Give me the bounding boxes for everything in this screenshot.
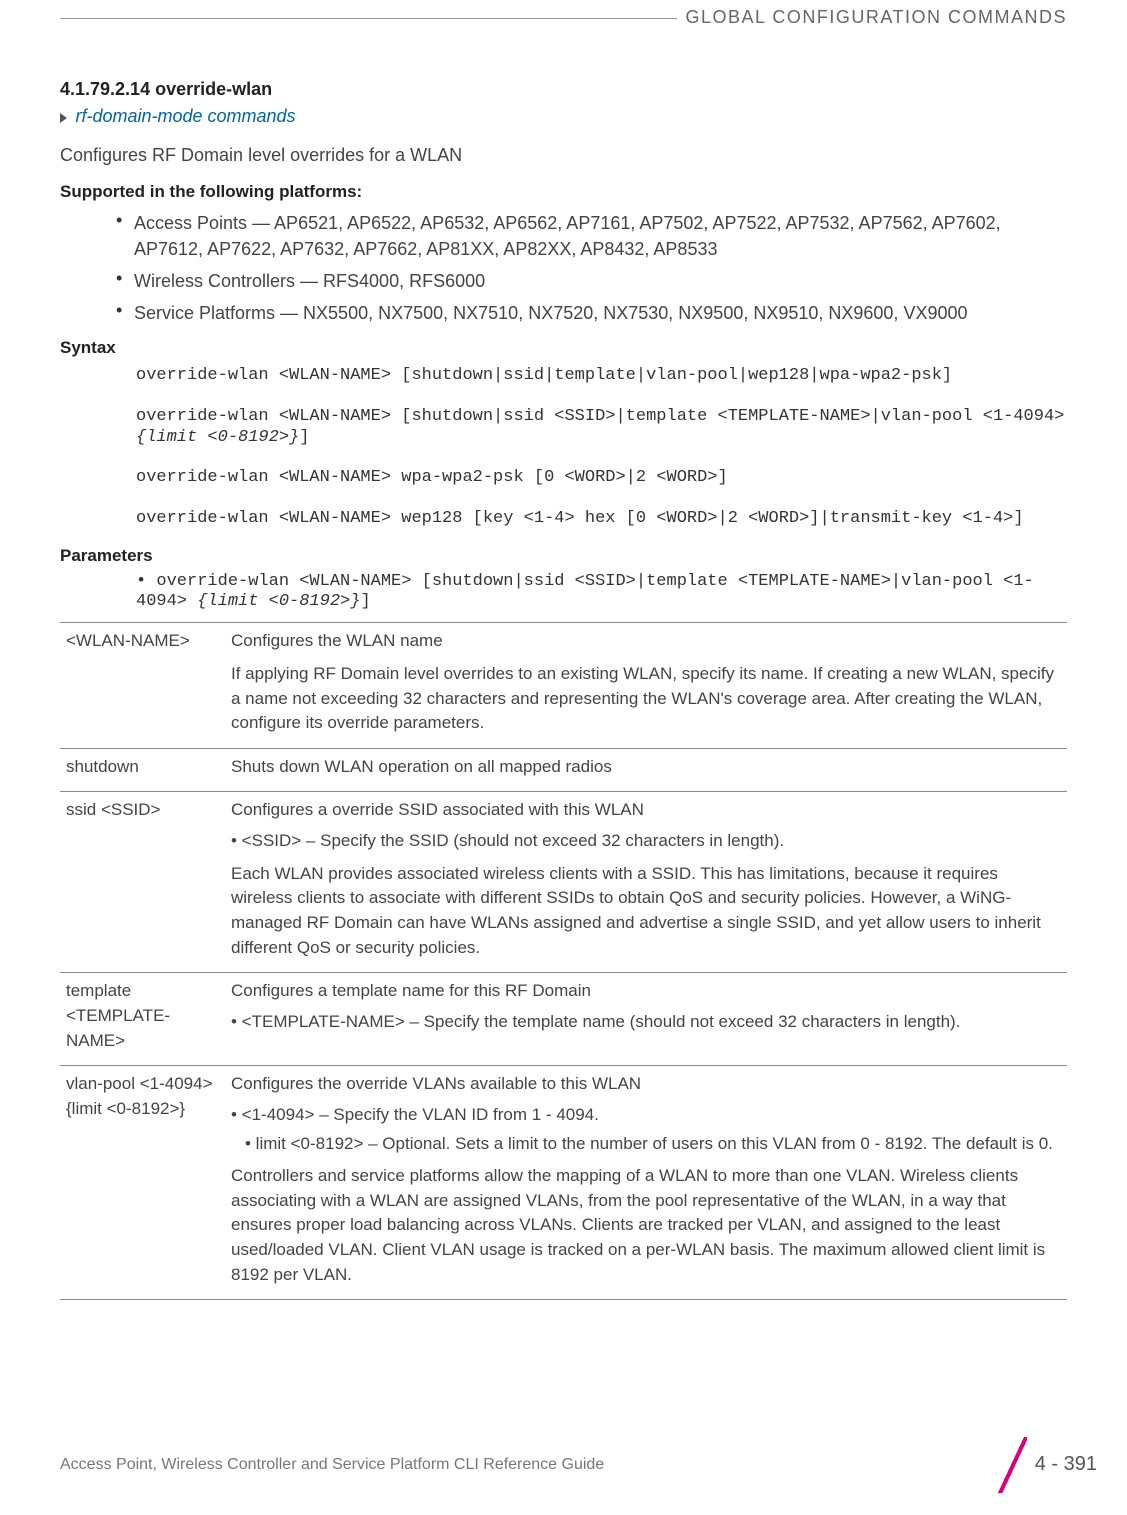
- syntax-heading: Syntax: [60, 338, 1067, 358]
- list-item: •Wireless Controllers — RFS4000, RFS6000: [116, 268, 1067, 294]
- footer-guide-title: Access Point, Wireless Controller and Se…: [60, 1456, 997, 1474]
- table-row: <WLAN-NAME> Configures the WLAN name If …: [60, 623, 1067, 749]
- table-row: shutdown Shuts down WLAN operation on al…: [60, 748, 1067, 792]
- parameter-command: • override-wlan <WLAN-NAME> [shutdown|ss…: [136, 572, 1067, 613]
- list-item: •Service Platforms — NX5500, NX7500, NX7…: [116, 300, 1067, 326]
- section-heading: 4.1.79.2.14 override-wlan: [60, 79, 1067, 100]
- parameters-heading: Parameters: [60, 546, 1067, 566]
- intro-text: Configures RF Domain level overrides for…: [60, 145, 1067, 166]
- param-desc: Configures the WLAN name If applying RF …: [225, 623, 1067, 749]
- platform-text: Service Platforms — NX5500, NX7500, NX75…: [134, 300, 968, 326]
- syntax-code: override-wlan <WLAN-NAME> [shutdown|ssid…: [136, 366, 1067, 529]
- supported-heading: Supported in the following platforms:: [60, 182, 1067, 202]
- running-header: GLOBAL CONFIGURATION COMMANDS: [677, 7, 1067, 28]
- param-name: shutdown: [60, 748, 225, 792]
- param-desc: Configures a template name for this RF D…: [225, 973, 1067, 1066]
- arrow-right-icon: [60, 113, 67, 123]
- param-name: vlan-pool <1-4094> {limit <0-8192>}: [60, 1066, 225, 1300]
- page-footer: Access Point, Wireless Controller and Se…: [60, 1443, 1127, 1487]
- param-name: ssid <SSID>: [60, 792, 225, 973]
- table-row: vlan-pool <1-4094> {limit <0-8192>} Conf…: [60, 1066, 1067, 1300]
- platform-list: •Access Points — AP6521, AP6522, AP6532,…: [116, 210, 1067, 326]
- param-desc: Configures a override SSID associated wi…: [225, 792, 1067, 973]
- platform-text: Wireless Controllers — RFS4000, RFS6000: [134, 268, 485, 294]
- list-item: •Access Points — AP6521, AP6522, AP6532,…: [116, 210, 1067, 262]
- param-desc: Configures the override VLANs available …: [225, 1066, 1067, 1300]
- breadcrumb-link-line: rf-domain-mode commands: [60, 106, 1067, 127]
- slash-icon: [997, 1437, 1027, 1493]
- page-container: GLOBAL CONFIGURATION COMMANDS 4.1.79.2.1…: [0, 0, 1127, 1515]
- page-number: 4 - 391: [1035, 1453, 1097, 1476]
- table-row: template <TEMPLATE-NAME> Configures a te…: [60, 973, 1067, 1066]
- platform-text: Access Points — AP6521, AP6522, AP6532, …: [134, 210, 1067, 262]
- table-row: ssid <SSID> Configures a override SSID a…: [60, 792, 1067, 973]
- param-name: <WLAN-NAME>: [60, 623, 225, 749]
- header-rule: GLOBAL CONFIGURATION COMMANDS: [60, 18, 1067, 19]
- parameters-table: <WLAN-NAME> Configures the WLAN name If …: [60, 622, 1067, 1300]
- param-name: template <TEMPLATE-NAME>: [60, 973, 225, 1066]
- param-desc: Shuts down WLAN operation on all mapped …: [225, 748, 1067, 792]
- page-number-badge: 4 - 391: [997, 1443, 1127, 1487]
- breadcrumb-link[interactable]: rf-domain-mode commands: [75, 106, 295, 126]
